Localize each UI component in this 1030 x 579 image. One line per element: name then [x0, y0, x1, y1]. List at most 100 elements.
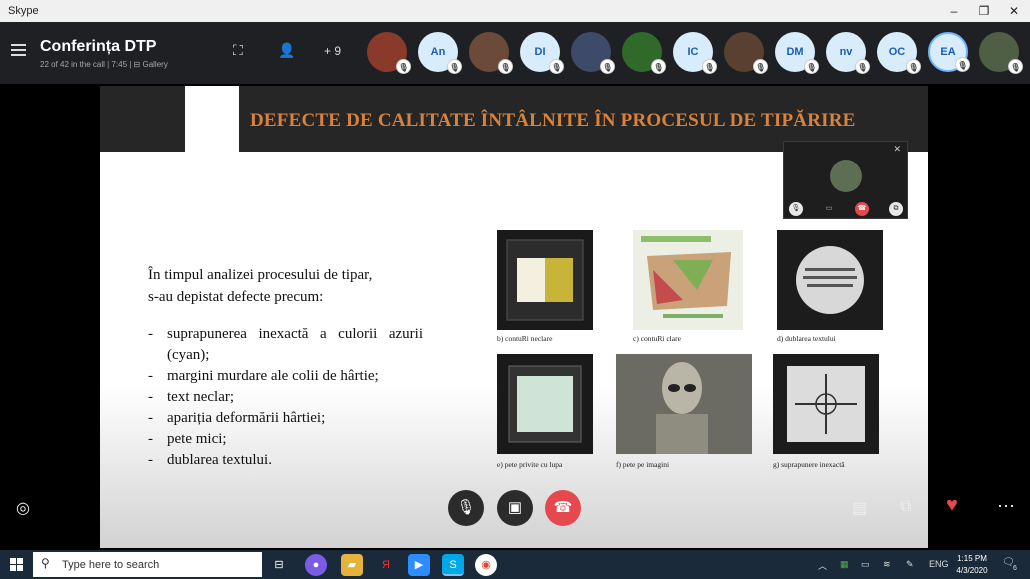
figure-caption: d) dublarea textului: [777, 334, 836, 343]
figure-doubled-text: d) dublarea textului: [777, 230, 883, 343]
muted-mic-icon: 🎙: [600, 59, 615, 74]
window-titlebar: Skype – ❐ ✕: [0, 0, 1030, 22]
chrome-icon[interactable]: ◉: [475, 554, 497, 576]
call-status[interactable]: 22 of 42 in the call | 7:45 | ⊟ Gallery: [40, 60, 168, 69]
tray-app-icon[interactable]: ▦: [840, 559, 849, 570]
participant-avatar[interactable]: IC 🎙: [673, 32, 717, 74]
end-call-button[interactable]: ☎: [545, 490, 581, 526]
more-participants-button[interactable]: + 9: [324, 44, 341, 58]
participant-initials: DI: [534, 46, 546, 58]
windows-taskbar: ⚲ Type here to search ⊟ ● ▰ Я ▶ S ◉ ︿ ▦ …: [0, 550, 1030, 579]
windows-start-icon[interactable]: [10, 558, 23, 571]
defect-item: apariția deformării hârtiei;: [148, 408, 423, 429]
alien-photo-icon: [616, 354, 752, 454]
slide-title: DEFECTE DE CALITATE ÎNTÂLNITE ÎN PROCESU…: [250, 110, 856, 131]
pen-icon[interactable]: ✎: [906, 559, 914, 570]
close-window-button[interactable]: ✕: [998, 0, 1030, 22]
figure-clear-contours: c) contuRi clare: [633, 230, 743, 343]
muted-mic-icon: 🎙: [804, 59, 819, 74]
loupe-photo-icon: [777, 230, 883, 330]
participant-initials: IC: [687, 46, 699, 58]
clock-time: 1:15 PM: [957, 554, 987, 563]
close-pip-icon[interactable]: ✕: [893, 144, 901, 155]
figure-inexact-overlay: g) suprapunere inexactă: [773, 354, 883, 469]
participant-initials: OC: [888, 46, 906, 58]
notification-count: 6: [1013, 565, 1017, 572]
participant-avatar[interactable]: An 🎙: [418, 32, 462, 74]
battery-icon[interactable]: ▭: [861, 559, 870, 570]
participant-avatar[interactable]: EA 🎙: [928, 32, 970, 72]
yandex-browser-icon[interactable]: Я: [375, 554, 397, 576]
participant-avatar[interactable]: 🎙: [367, 32, 411, 74]
pip-mic-icon[interactable]: 🎙: [789, 202, 803, 216]
defect-item: dublarea textului.: [148, 450, 423, 471]
participant-avatar[interactable]: 🎙: [724, 32, 768, 74]
participant-initials: DM: [786, 46, 804, 58]
wifi-icon[interactable]: ≋: [883, 559, 891, 570]
defect-item: pete mici;: [148, 429, 423, 450]
intro-line-2: s-au depistat defecte precum:: [148, 289, 324, 305]
defect-item: text neclar;: [148, 387, 423, 408]
slide-banner-notch: [185, 86, 239, 152]
figure-caption: b) contuRi neclare: [497, 334, 553, 343]
participant-avatar[interactable]: nv 🎙: [826, 32, 870, 74]
loupe-photo-icon: [497, 354, 593, 454]
screenshot-icon[interactable]: ◎: [16, 498, 30, 518]
language-indicator[interactable]: ENG: [929, 559, 949, 569]
tray-expand-icon[interactable]: ︿: [818, 559, 827, 572]
participant-avatar[interactable]: 🎙: [571, 32, 615, 74]
figure-caption: g) suprapunere inexactă: [773, 460, 845, 469]
hang-up-icon: ☎: [553, 499, 573, 516]
heart-reaction-icon[interactable]: ♥: [946, 494, 958, 517]
more-options-icon[interactable]: ⋯: [997, 496, 1015, 517]
self-view-pip[interactable]: ✕ 🎙 ▭ ☎ ⧉: [783, 141, 908, 219]
video-off-icon: ▣: [507, 499, 523, 516]
layout-switch-icon[interactable]: ⛶: [233, 42, 243, 59]
intro-line-1: În timpul analizei procesului de tipar,: [148, 267, 373, 283]
clock-date: 4/3/2020: [956, 566, 988, 575]
share-screen-icon[interactable]: ⧉: [900, 498, 911, 516]
figure-caption: f) pete pe imagini: [616, 460, 670, 469]
file-explorer-icon[interactable]: ▰: [341, 554, 363, 576]
muted-mic-icon: 🎙: [549, 59, 564, 74]
search-placeholder: Type here to search: [62, 559, 160, 571]
zoom-icon[interactable]: ▶: [408, 554, 430, 576]
restore-button[interactable]: ❐: [968, 0, 1000, 22]
pip-camera-icon[interactable]: ▭: [822, 202, 836, 216]
participant-avatar[interactable]: 🎙: [979, 32, 1023, 74]
add-participant-icon[interactable]: 👤: [278, 42, 295, 59]
muted-mic-icon: 🎙: [651, 59, 666, 74]
defect-item: margini murdare ale colii de hârtie;: [148, 366, 423, 387]
mute-mic-button[interactable]: 🎙: [448, 490, 484, 526]
participant-avatar[interactable]: DI 🎙: [520, 32, 564, 74]
figure-spots-on-images: f) pete pe imagini: [616, 354, 752, 469]
participant-avatar[interactable]: DM 🎙: [775, 32, 819, 74]
call-header: Conferința DTP 22 of 42 in the call | 7:…: [0, 22, 1030, 84]
figure-unclear-contours: b) contuRi neclare: [497, 230, 593, 343]
task-view-icon[interactable]: ⊟: [268, 554, 290, 576]
participant-avatar[interactable]: 🎙: [469, 32, 513, 74]
minimize-button[interactable]: –: [938, 0, 970, 22]
muted-mic-icon: 🎙: [753, 59, 768, 74]
muted-mic-icon: 🎙: [498, 59, 513, 74]
pip-expand-icon[interactable]: ⧉: [889, 202, 903, 216]
skype-taskbar-icon[interactable]: S: [442, 554, 464, 576]
call-stage: DEFECTE DE CALITATE ÎNTÂLNITE ÎN PROCESU…: [0, 84, 1030, 549]
participant-avatar[interactable]: 🎙: [622, 32, 666, 74]
muted-mic-icon: 🎙: [955, 57, 970, 72]
taskbar-clock[interactable]: 1:15 PM 4/3/2020: [951, 553, 993, 577]
participant-initials: nv: [839, 46, 853, 58]
camera-off-button[interactable]: ▣: [497, 490, 533, 526]
pip-end-call-icon[interactable]: ☎: [855, 202, 869, 216]
taskbar-search-box[interactable]: ⚲ Type here to search: [33, 552, 262, 577]
mic-off-icon: 🎙: [456, 499, 476, 516]
app-title: Skype: [8, 5, 39, 17]
chat-icon[interactable]: ▤: [852, 498, 867, 518]
menu-icon[interactable]: [11, 44, 26, 56]
printed-sample-icon: [633, 230, 743, 330]
loupe-photo-icon: [497, 230, 593, 330]
defect-list: suprapunerea inexactă a culorii azurii (…: [148, 324, 423, 471]
cortana-icon[interactable]: ●: [305, 554, 327, 576]
participant-avatar[interactable]: OC 🎙: [877, 32, 921, 74]
figure-caption: e) pete privite cu lupa: [497, 460, 563, 469]
